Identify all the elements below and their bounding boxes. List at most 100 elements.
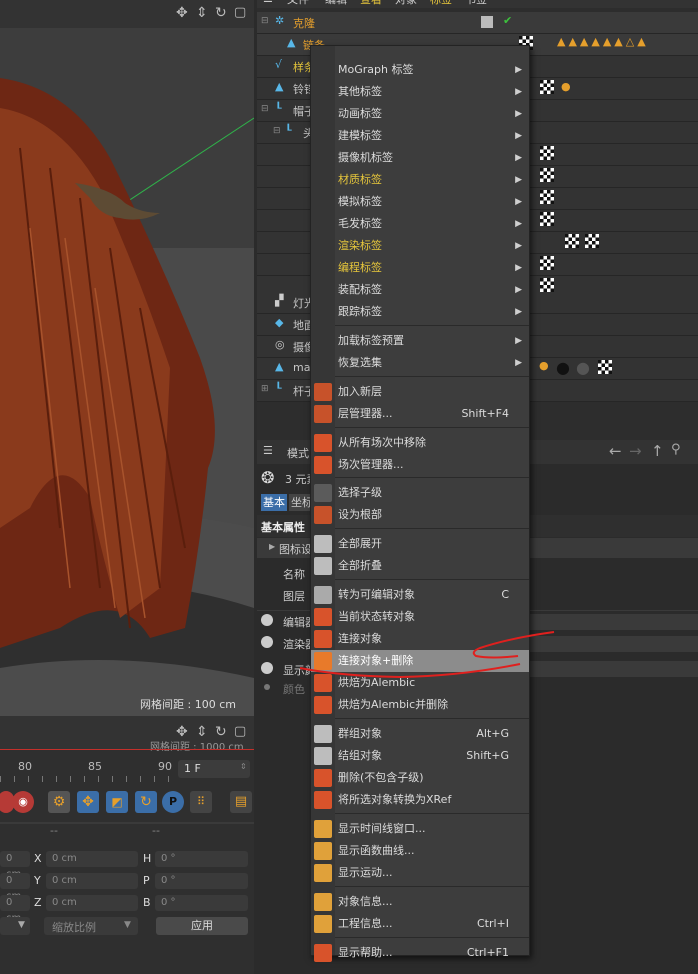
radio-icon[interactable] (264, 684, 270, 690)
tab-basic[interactable]: 基本 (261, 494, 287, 511)
menu-item[interactable]: 其他标签 ▶ (311, 81, 529, 103)
timeline-ruler[interactable]: 80 85 90 (0, 756, 175, 782)
menu-item[interactable]: 全部折叠 (311, 555, 529, 577)
attr-field[interactable] (530, 661, 698, 677)
maximize-view-icon[interactable]: ▢ (234, 5, 246, 20)
check-icon[interactable]: ✔ (503, 14, 512, 27)
3d-viewport[interactable]: 网格间距 : 100 cm (0, 28, 254, 716)
up-arrow-icon[interactable]: ↑ (651, 442, 664, 460)
position-y-field[interactable]: 0 cm (0, 873, 30, 902)
material-sphere-icon[interactable]: ● (556, 358, 570, 377)
menu-item[interactable]: 烘焙为Alembic (311, 672, 529, 694)
menu-item[interactable]: 从所有场次中移除 (311, 432, 529, 454)
rotation-b-field[interactable]: 0 ° (155, 895, 248, 911)
menu-item[interactable]: 渲染标签 ▶ (311, 235, 529, 257)
search-icon[interactable]: ⚲ (671, 442, 681, 457)
timeline-maximize-icon[interactable]: ▢ (234, 724, 246, 739)
dots-grid-icon[interactable]: ⠿ (190, 791, 212, 813)
collapse-icon[interactable]: ⊟ (261, 104, 269, 114)
checker-tag-icon[interactable] (540, 190, 554, 204)
material-sphere-icon[interactable]: ● (576, 358, 590, 377)
menu-item[interactable]: 删除(不包含子级) (311, 767, 529, 789)
film-strip-icon[interactable]: ▤ (230, 791, 252, 813)
radio-icon[interactable] (261, 636, 273, 648)
menu-item[interactable]: 显示运动... (311, 862, 529, 884)
radio-icon[interactable] (261, 614, 273, 626)
expand-arrow-icon[interactable]: ▶ (269, 542, 275, 551)
menu-bookmark[interactable]: 书签 (465, 0, 487, 7)
menu-item[interactable]: 建模标签 ▶ (311, 125, 529, 147)
menu-item[interactable]: 跟踪标签 ▶ (311, 301, 529, 323)
menu-edit[interactable]: 编辑 (325, 0, 347, 7)
menu-item[interactable]: 场次管理器... (311, 454, 529, 476)
mode-dropdown[interactable]: ▼ (0, 917, 30, 935)
auto-key-icon[interactable]: ◉ (12, 791, 34, 813)
size-x-field[interactable]: 0 cm (46, 851, 138, 867)
attr-field[interactable] (530, 614, 698, 630)
menu-item[interactable]: 设为根部 (311, 504, 529, 526)
menu-item[interactable]: 装配标签 ▶ (311, 279, 529, 301)
checker-tag-icon[interactable] (540, 80, 554, 94)
menu-item[interactable]: 显示函数曲线... (311, 840, 529, 862)
menu-object[interactable]: 对象 (395, 0, 417, 7)
gear-icon[interactable]: ⚙ (48, 791, 70, 813)
menu-item[interactable]: 恢复选集 ▶ (311, 352, 529, 374)
checker-tag-icon[interactable] (540, 256, 554, 270)
checker-tag-icon[interactable] (540, 212, 554, 226)
menu-item[interactable]: 显示帮助... Ctrl+F1 (311, 942, 529, 964)
scale-key-icon[interactable]: ◩ (106, 791, 128, 813)
menu-item[interactable]: 群组对象 Alt+G (311, 723, 529, 745)
menu-item[interactable]: 工程信息... Ctrl+I (311, 913, 529, 935)
menu-item[interactable]: 对象信息... (311, 891, 529, 913)
checker-tag-icon[interactable] (540, 146, 554, 160)
menu-view[interactable]: 查看 (360, 0, 382, 7)
visibility-icon[interactable] (481, 16, 493, 28)
attr-field[interactable] (530, 636, 698, 652)
checker-tag-icon[interactable] (540, 278, 554, 292)
stepper-icon[interactable]: ⇕ (240, 762, 247, 771)
rotate-view-icon[interactable]: ↻ (215, 5, 227, 21)
rotation-h-field[interactable]: 0 ° (155, 851, 248, 867)
size-y-field[interactable]: 0 cm (46, 873, 138, 889)
menu-item[interactable]: 材质标签 ▶ (311, 169, 529, 191)
menu-item[interactable]: 层管理器... Shift+F4 (311, 403, 529, 425)
object-row[interactable]: ⊟ ✲ 克隆 ✔ (257, 12, 698, 34)
menu-item[interactable]: 毛发标签 ▶ (311, 213, 529, 235)
collapse-icon[interactable]: ⊟ (261, 16, 269, 26)
menu-item[interactable]: 摄像机标签 ▶ (311, 147, 529, 169)
menu-item[interactable]: 选择子级 (311, 482, 529, 504)
menu-item[interactable]: 连接对象 (311, 628, 529, 650)
menu-item[interactable]: 加载标签预置 ▶ (311, 330, 529, 352)
forward-arrow-icon[interactable]: → (629, 442, 642, 460)
menu-item[interactable]: 全部展开 (311, 533, 529, 555)
rotate-key-icon[interactable]: ↻ (135, 791, 157, 813)
scale-dropdown[interactable]: 缩放比例 ▼ (44, 917, 138, 935)
menu-file[interactable]: 文件 (287, 0, 309, 7)
checker-tag-icon[interactable] (598, 360, 612, 374)
menu-item[interactable]: 编程标签 ▶ (311, 257, 529, 279)
menu-item[interactable]: 连接对象+删除 (311, 650, 529, 672)
frame-field[interactable]: 1 F ⇕ (178, 760, 250, 778)
param-key-icon[interactable]: P (162, 791, 184, 813)
menu-item[interactable]: 结组对象 Shift+G (311, 745, 529, 767)
menu-tag[interactable]: 标签 (430, 0, 452, 7)
menu-item[interactable]: 当前状态转对象 (311, 606, 529, 628)
expand-icon[interactable]: ⊞ (261, 384, 269, 394)
rotation-p-field[interactable]: 0 ° (155, 873, 248, 889)
menu-item[interactable]: 将所选对象转换为XRef (311, 789, 529, 811)
hamburger-icon[interactable]: ☰ (263, 444, 273, 457)
position-z-field[interactable]: 0 cm (0, 895, 30, 924)
checker-tag-icon[interactable] (540, 168, 554, 182)
apply-button[interactable]: 应用 (156, 917, 248, 935)
hamburger-icon[interactable]: ☰ (263, 0, 273, 5)
menu-item[interactable]: 显示时间线窗口... (311, 818, 529, 840)
menu-item[interactable]: 模拟标签 ▶ (311, 191, 529, 213)
menu-item[interactable]: 动画标签 ▶ (311, 103, 529, 125)
radio-icon[interactable] (261, 662, 273, 674)
checker-tag-icon[interactable] (565, 234, 579, 248)
pan-view-icon[interactable]: ⇕ (196, 5, 208, 21)
menu-item[interactable]: 烘焙为Alembic并删除 (311, 694, 529, 716)
move-key-icon[interactable]: ✥ (77, 791, 99, 813)
collapse-icon[interactable]: ⊟ (273, 126, 281, 136)
move-view-icon[interactable]: ✥ (176, 5, 188, 21)
